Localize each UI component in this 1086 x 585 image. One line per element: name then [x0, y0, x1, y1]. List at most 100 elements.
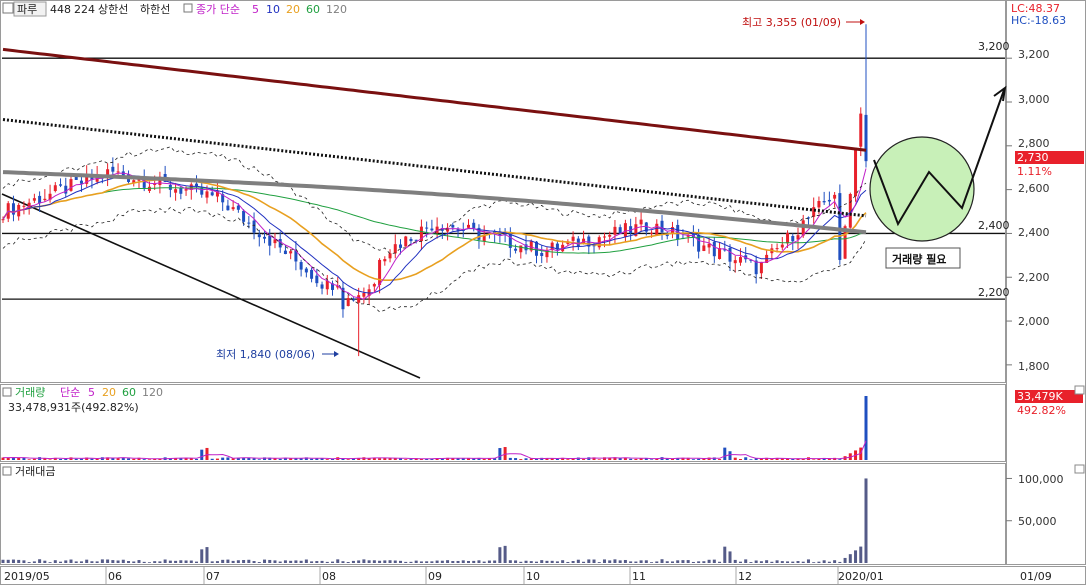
volume-bar — [195, 458, 199, 460]
amount-bar — [854, 550, 858, 563]
amount-bar — [451, 561, 455, 563]
level-label-2400: 2,400 — [978, 219, 1010, 232]
amount-bar — [409, 561, 413, 563]
amount-panel-close-icon[interactable] — [1074, 464, 1085, 474]
volume-bar — [534, 458, 538, 460]
amount-bar — [336, 559, 340, 563]
amount-bar — [153, 561, 157, 563]
candle-body — [372, 284, 376, 287]
amount-bar — [48, 562, 52, 563]
price-tick-1800: 1,800 — [1018, 360, 1050, 373]
volume-bar — [147, 459, 151, 460]
price-tick-2400: 2,400 — [1018, 226, 1050, 239]
amount-bar — [618, 560, 622, 563]
candle-body — [571, 236, 575, 241]
stock-tag: 파루 — [17, 3, 37, 16]
amount-bar — [351, 560, 355, 563]
amount-bar — [838, 561, 842, 563]
ma-toggle-icon[interactable] — [183, 3, 193, 13]
volume-bar — [629, 458, 633, 460]
volume-bar — [132, 458, 136, 460]
volume-bar — [718, 459, 722, 460]
candle-body — [838, 193, 842, 260]
volume-bar — [205, 447, 209, 460]
amount-bar — [686, 560, 690, 563]
candle-body — [859, 113, 863, 147]
candle-body — [320, 284, 324, 289]
amount-bar — [1, 559, 5, 563]
candle-body — [576, 238, 580, 247]
volume-bar — [519, 459, 523, 460]
amount-bar — [38, 559, 42, 563]
candle-body — [1, 219, 5, 221]
amount-bar — [676, 560, 680, 563]
amount-bar — [550, 560, 554, 563]
amount-bar — [310, 561, 314, 563]
candle-body — [864, 114, 868, 162]
amount-bar — [728, 551, 732, 563]
volume-ma-prefix: 단순 — [60, 386, 80, 399]
candle-body — [210, 192, 214, 196]
candle-body — [806, 217, 810, 219]
volume-bar — [325, 459, 329, 460]
candle-body — [733, 260, 737, 264]
volume-bar — [691, 459, 695, 460]
candle-body — [775, 248, 779, 250]
amount-bar — [582, 561, 586, 563]
candle-body — [618, 227, 622, 234]
candle-body — [472, 222, 476, 228]
level-label-3200: 3,200 — [978, 40, 1010, 53]
candle-body — [79, 180, 83, 184]
volume-bar — [22, 457, 26, 460]
amount-bar — [106, 559, 110, 563]
x-label-11: 11 — [632, 570, 646, 583]
candle-body — [22, 205, 26, 207]
volume-bar — [142, 459, 146, 460]
volume-bar — [226, 457, 230, 460]
panel-toggle-icon[interactable] — [2, 2, 14, 14]
amount-bar — [100, 559, 104, 563]
volume-toggle-icon[interactable] — [2, 387, 12, 397]
amount-bar — [634, 561, 638, 563]
amount-bar — [32, 561, 36, 563]
amount-bar — [393, 560, 397, 563]
amount-bar — [718, 561, 722, 563]
volume-bar — [59, 459, 63, 460]
stock-chart[interactable]: 파루 448 224 상한선 하한선 종가 단순 5 10 20 60 120 … — [0, 0, 1086, 585]
amount-bar — [179, 560, 183, 563]
amount-bar — [226, 559, 230, 563]
amount-bar — [17, 559, 21, 563]
amount-bar — [843, 557, 847, 563]
candle-body — [346, 298, 350, 306]
ma60-label: 60 — [306, 3, 320, 16]
volume-ma60: 60 — [122, 386, 136, 399]
amount-bar — [116, 560, 120, 563]
amount-bar — [299, 560, 303, 563]
amount-bar — [545, 560, 549, 563]
amount-bar — [419, 561, 423, 563]
volume-bar — [79, 458, 83, 460]
volume-title: 거래량 — [15, 386, 45, 399]
candle-body — [111, 166, 115, 172]
amount-bar — [587, 559, 591, 563]
candle-body — [325, 280, 329, 290]
volume-bar — [252, 458, 256, 460]
amount-panel — [0, 463, 1006, 565]
candle-body — [226, 205, 230, 211]
volume-bar — [90, 458, 94, 460]
volume-bar — [315, 458, 319, 460]
amount-bar — [440, 560, 444, 563]
amount-bar — [629, 561, 633, 563]
volume-panel-close-icon[interactable] — [1074, 385, 1085, 395]
candle-body — [242, 210, 246, 222]
amount-bar — [461, 560, 465, 563]
price-tick-3000: 3,000 — [1018, 93, 1050, 106]
amount-title: 거래대금 — [15, 465, 55, 478]
amount-bar — [508, 560, 512, 563]
amount-bar — [252, 561, 256, 563]
amount-bar — [435, 560, 439, 563]
candle-body — [786, 232, 790, 244]
amount-toggle-icon[interactable] — [2, 466, 12, 476]
amount-bar — [127, 561, 131, 563]
candle-body — [289, 251, 293, 254]
